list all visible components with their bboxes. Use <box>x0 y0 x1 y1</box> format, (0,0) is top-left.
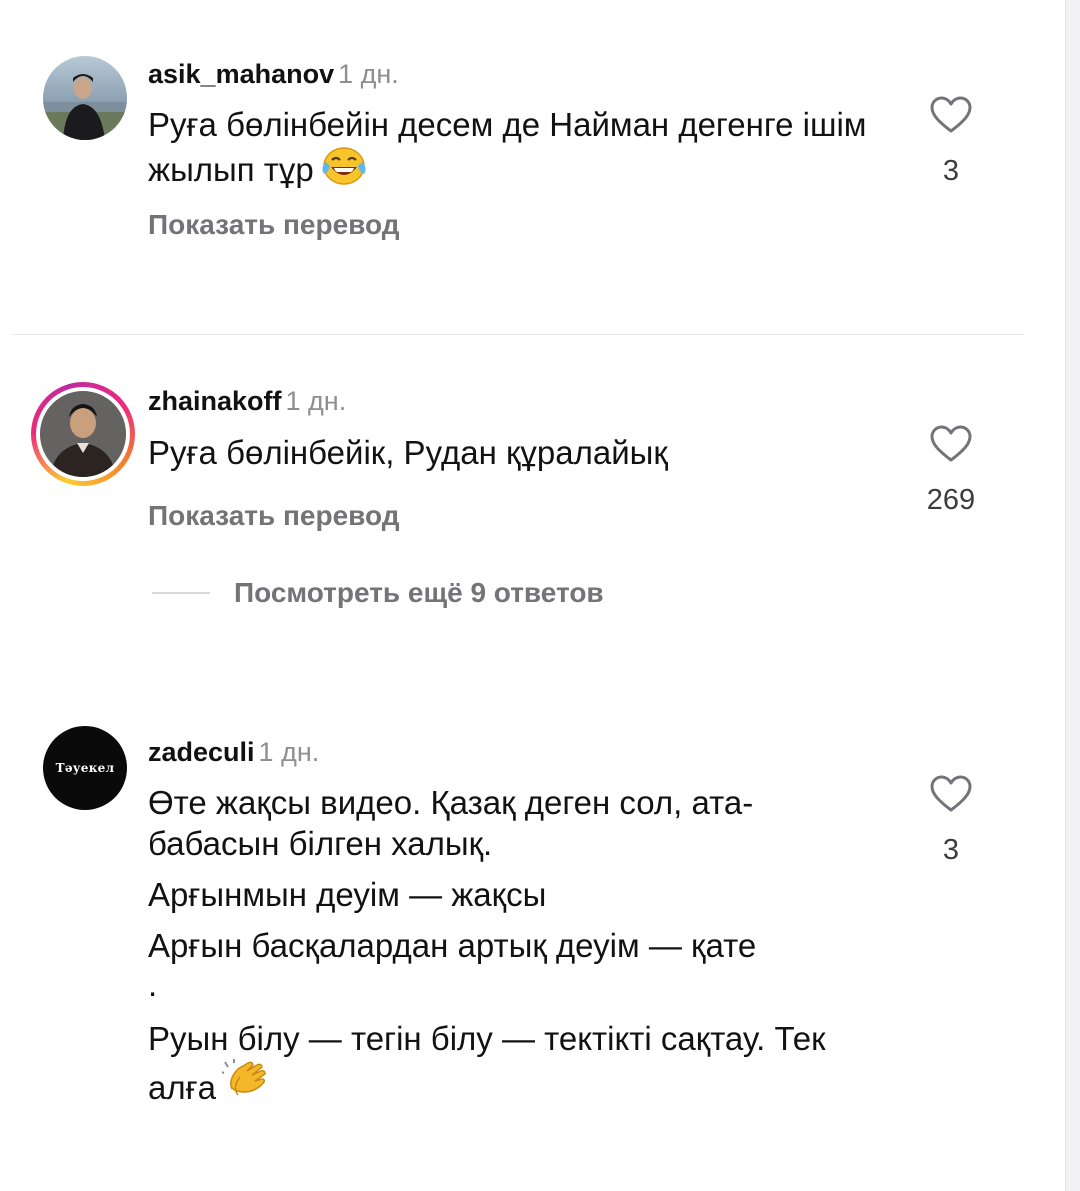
timestamp: 1 дн. <box>338 59 399 89</box>
heart-icon <box>930 775 972 812</box>
comment-divider <box>12 334 1024 335</box>
username[interactable]: zadeculi <box>148 737 255 767</box>
heart-icon <box>930 425 972 462</box>
comment-paragraph: Арғынмын деуім — жақсы <box>148 876 547 913</box>
comment-body: Руға бөлінбейік, Рудан құралайық <box>148 434 668 471</box>
like-count: 3 <box>942 155 960 187</box>
view-replies-button[interactable]: Посмотреть ещё 9 ответов <box>152 576 604 610</box>
heart-icon <box>930 96 972 133</box>
comment-paragraph: Өте жақсы видео. Қазақ деген сол, ата-ба… <box>148 784 754 862</box>
laughing-tears-emoji-icon <box>320 145 368 196</box>
clapping-hands-emoji-icon <box>220 1059 270 1114</box>
comment-header: zadeculi 1 дн. <box>148 736 319 768</box>
avatar-brand-text: Тәуекел <box>55 761 115 775</box>
comment-body: Руға бөлінбейін десем де Найман дегенге … <box>148 106 867 188</box>
comment-header: zhainakoff 1 дн. <box>148 385 346 417</box>
avatar-photo-icon <box>43 56 127 140</box>
timestamp: 1 дн. <box>285 386 347 416</box>
show-translation-link[interactable]: Показать перевод <box>148 499 400 533</box>
show-translation-link[interactable]: Показать перевод <box>148 208 400 242</box>
comment-paragraph: . <box>148 966 158 1003</box>
comment-zadeculi: Тәуекел zadeculi 1 дн. Өте жақсы видео. Қ… <box>0 700 1066 1160</box>
avatar-photo-icon <box>40 391 126 477</box>
comment-paragraph: Руын білу — тегін білу — тектікті сақтау… <box>148 1018 868 1114</box>
comment-text: Руға бөлінбейін десем де Найман дегенге … <box>148 104 878 196</box>
comment-asik-mahanov: asik_mahanov 1 дн. Руға бөлінбейін десем … <box>0 0 1066 330</box>
comment-text: Өте жақсы видео. Қазақ деген сол, ата-ба… <box>148 782 868 1114</box>
comment-zhainakoff: zhainakoff 1 дн. Руға бөлінбейік, Рудан қ… <box>0 340 1066 680</box>
avatar[interactable] <box>43 56 127 140</box>
username[interactable]: zhainakoff <box>148 386 282 416</box>
like-button[interactable]: 3 <box>901 96 1001 188</box>
username[interactable]: asik_mahanov <box>148 59 334 89</box>
comment-paragraph: Арғын басқалардан артық деуім — қате <box>148 927 757 964</box>
like-button[interactable]: 269 <box>901 425 1001 517</box>
replies-line <box>152 592 210 594</box>
avatar[interactable]: Тәуекел <box>43 726 127 810</box>
avatar[interactable] <box>40 391 126 477</box>
scroll-edge <box>1065 0 1080 1191</box>
like-count: 269 <box>926 484 976 516</box>
comment-header: asik_mahanov 1 дн. <box>148 58 399 90</box>
like-button[interactable]: 3 <box>901 775 1001 867</box>
like-count: 3 <box>942 834 960 866</box>
view-replies-label: Посмотреть ещё 9 ответов <box>234 577 604 608</box>
comment-text: Руға бөлінбейік, Рудан құралайық <box>148 432 878 473</box>
timestamp: 1 дн. <box>258 737 320 767</box>
